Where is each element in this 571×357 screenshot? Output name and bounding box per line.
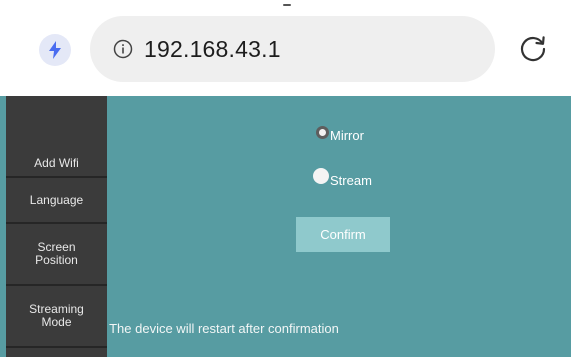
reload-button[interactable]	[516, 32, 550, 66]
sidebar-item-label: Screen Position	[35, 240, 78, 267]
sidebar-item-label: Add Wifi	[34, 156, 79, 170]
url-text[interactable]: 192.168.43.1	[144, 36, 281, 63]
mirror-label: Mirror	[330, 128, 364, 143]
reload-icon	[520, 36, 546, 62]
info-circle-icon[interactable]	[112, 38, 134, 60]
sidebar-item-add-wifi[interactable]: Add Wifi	[6, 96, 107, 178]
stream-radio[interactable]	[313, 168, 329, 184]
mirror-option[interactable]: Mirror	[316, 126, 364, 143]
sidebar-item-label: Streaming Mode	[29, 302, 84, 329]
status-notch	[283, 4, 291, 6]
restart-note: The device will restart after confirmati…	[109, 321, 339, 336]
mirror-radio[interactable]	[316, 126, 329, 139]
mode-form: Mirror Stream Confirm	[107, 96, 571, 357]
sidebar-item-screen-position[interactable]: Screen Position	[6, 224, 107, 286]
sidebar-item-streaming-mode[interactable]: Streaming Mode	[6, 286, 107, 348]
stream-option[interactable]: Stream	[313, 168, 372, 188]
lightning-bolt-icon	[49, 41, 61, 59]
sidebar: Add Wifi Language Screen Position Stream…	[6, 96, 107, 357]
sidebar-item-language[interactable]: Language	[6, 178, 107, 224]
confirm-button[interactable]: Confirm	[296, 217, 390, 252]
settings-page: Add Wifi Language Screen Position Stream…	[0, 96, 571, 357]
stream-label: Stream	[330, 173, 372, 188]
browser-toolbar: 192.168.43.1	[0, 0, 571, 96]
sidebar-item-label: Language	[29, 192, 84, 207]
address-bar[interactable]: 192.168.43.1	[90, 16, 495, 82]
lightning-bolt-button[interactable]	[39, 34, 71, 66]
